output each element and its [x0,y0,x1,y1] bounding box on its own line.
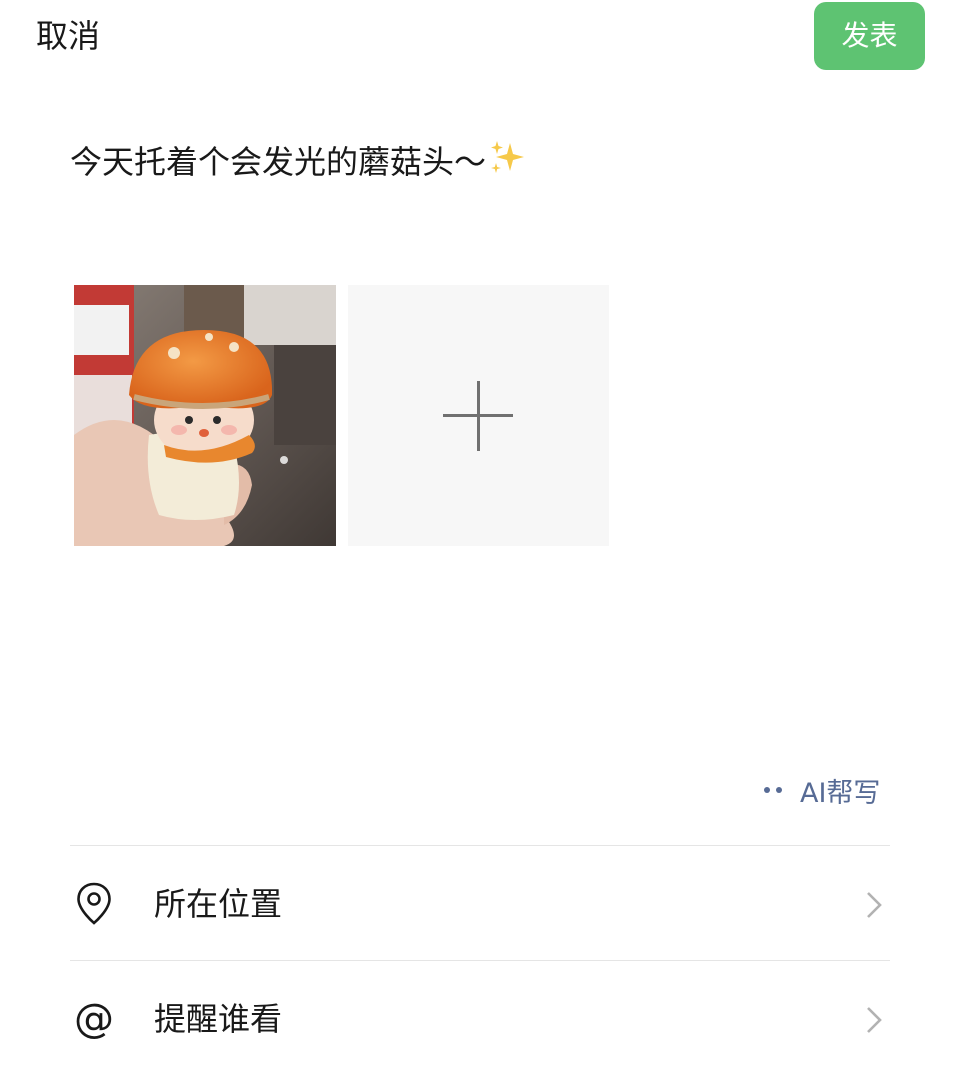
ai-help-label: AI帮写 [800,777,881,809]
divider [70,845,890,846]
mention-row[interactable]: @ 提醒谁看 [70,963,890,1075]
ai-help-button[interactable]: AI帮写 [764,770,880,810]
dots-icon [764,787,782,793]
photo-thumbnail[interactable] [74,285,336,546]
sparkles-icon [488,139,526,190]
cancel-button[interactable]: 取消 [36,14,100,58]
location-label: 所在位置 [154,885,283,923]
divider [70,960,890,961]
location-pin-icon [72,880,116,928]
chevron-right-icon [862,890,886,920]
add-photo-button[interactable] [348,285,609,546]
post-text: 今天托着个会发光的蘑菇头～ [70,143,487,181]
at-icon: @ [74,996,114,1042]
chevron-right-icon [862,1005,886,1035]
mention-label: 提醒谁看 [154,1000,283,1038]
post-text-input[interactable]: 今天托着个会发光的蘑菇头～ [70,138,526,190]
publish-button[interactable]: 发表 [814,2,925,70]
location-row[interactable]: 所在位置 [70,848,890,960]
